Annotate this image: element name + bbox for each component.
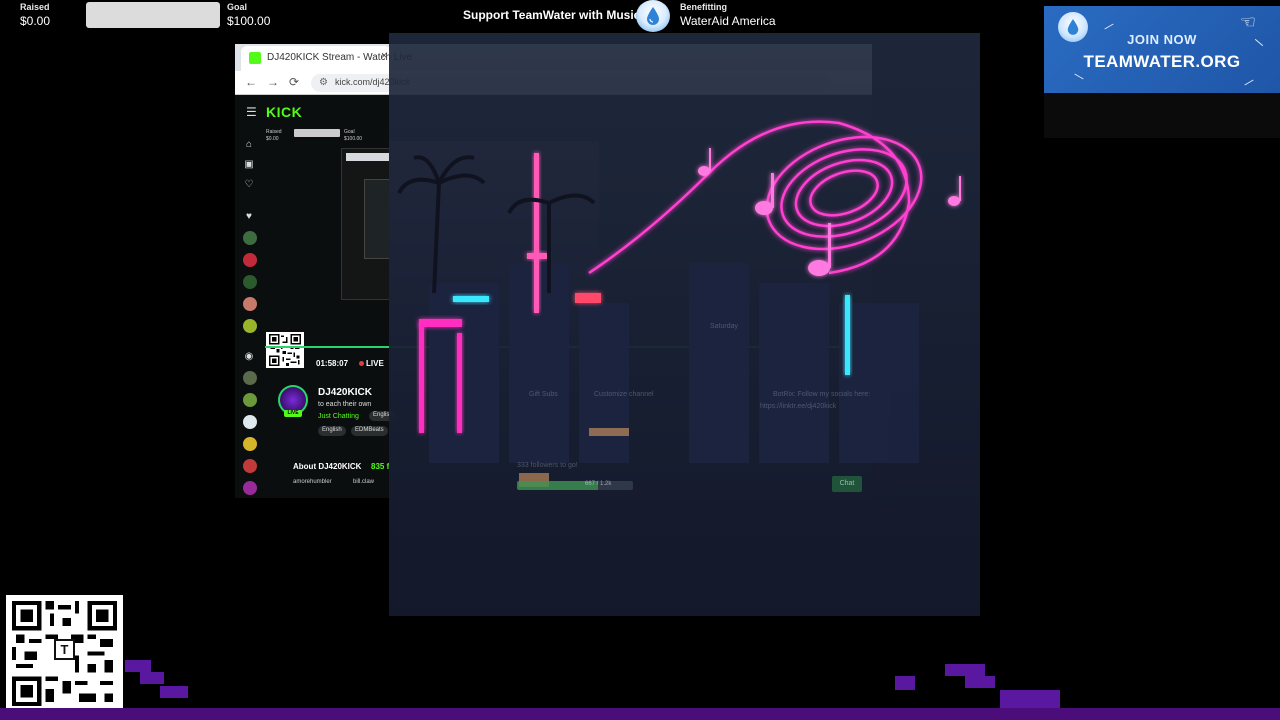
sidebar-avatar[interactable]	[243, 393, 257, 407]
kick-favicon-icon	[249, 52, 261, 64]
sidebar-avatar[interactable]	[243, 253, 257, 267]
neon-skyline-art	[397, 120, 961, 487]
mini-raised-value: $0.00	[266, 136, 279, 142]
channel-category[interactable]: Just Chatting	[318, 413, 359, 420]
qr-pattern	[269, 334, 301, 366]
pointing-hand-icon: ☜	[1239, 12, 1256, 32]
reload-icon[interactable]: ⟳	[289, 75, 299, 89]
kick-logo[interactable]: KICK	[266, 104, 302, 120]
live-badge: LIVE	[284, 410, 302, 417]
sidebar-avatar[interactable]	[243, 415, 257, 429]
about-heading: About DJ420KICK	[293, 462, 362, 471]
home-icon[interactable]: ⌂	[243, 139, 255, 151]
benefitting-value: WaterAid America	[680, 14, 776, 28]
following-icon[interactable]: ♡	[243, 179, 255, 191]
stream-timer: 01:58:07	[316, 359, 349, 368]
sidebar-avatar[interactable]	[243, 231, 257, 245]
followers-goal-text: 333 followers to go!	[517, 462, 578, 469]
live-dot-icon	[359, 361, 364, 366]
benefitting-label: Benefitting	[680, 2, 727, 12]
sidebar-avatar[interactable]	[243, 459, 257, 473]
join-now-text: JOIN NOW	[1127, 32, 1197, 47]
tag-chip[interactable]: English	[318, 426, 346, 436]
qr-code: T	[6, 595, 123, 712]
join-teamwater-banner[interactable]: ☜ JOIN NOW TEAMWATER.ORG	[1044, 6, 1280, 93]
fundraiser-bar: Raised $0.00 Goal $100.00 Support TeamWa…	[0, 0, 1040, 32]
mini-fundraiser-bar: Raised $0.00 Goal $100.00	[266, 129, 386, 145]
channel-name[interactable]: DJ420KICK	[318, 387, 372, 398]
sidebar-avatar[interactable]	[243, 371, 257, 385]
goal-label: Goal	[227, 2, 248, 12]
social-link-facebook[interactable]: bill.claw	[353, 479, 374, 485]
chat-saturday-text: Saturday	[710, 323, 739, 330]
goal-value: $100.00	[227, 14, 271, 28]
raised-value: $0.00	[20, 14, 51, 28]
heart-icon: ♥	[246, 211, 252, 222]
botrix-chat-line: BotRix: Follow my socials here:	[773, 391, 871, 398]
sidebar-avatar[interactable]	[243, 437, 257, 451]
forward-icon[interactable]: →	[267, 75, 279, 89]
back-icon[interactable]: ←	[245, 75, 257, 89]
sidebar-avatar[interactable]	[243, 319, 257, 333]
customize-channel-label: Customize channel	[594, 391, 654, 398]
chat-send-button: Chat	[832, 476, 862, 492]
banner-underpanel	[1044, 93, 1280, 138]
t-logo-icon: T	[54, 639, 75, 660]
chat-link: https://linktr.ee/dj420kick	[760, 403, 837, 410]
fundraiser-progress-bar	[86, 2, 220, 28]
followers-goal-progress	[517, 481, 633, 490]
gift-subs-label: Gift Subs	[529, 391, 558, 398]
close-icon[interactable]: ×	[381, 50, 387, 62]
channel-subtitle: to each their own	[318, 401, 372, 408]
mini-raised-label: Raised	[266, 129, 282, 135]
tag-chip[interactable]: EDMBeats	[351, 426, 388, 436]
qr-code-small	[266, 332, 304, 368]
support-text: Support TeamWater with Music	[463, 8, 641, 22]
menu-icon[interactable]: ☰	[246, 105, 257, 119]
followers-goal-count: 667 / 1.2k	[585, 481, 612, 487]
sidebar-avatar[interactable]	[243, 297, 257, 311]
sidebar-avatar[interactable]	[243, 481, 257, 495]
neon-city-overlay: Gift Subs Customize channel Saturday Bot…	[389, 33, 980, 616]
site-settings-icon[interactable]: ⚙	[319, 77, 328, 88]
follower-count: 835 f	[371, 462, 390, 471]
live-radio-icon: ◉	[244, 351, 254, 362]
audio-visualizer-bar	[0, 708, 1280, 720]
mini-progress-bar	[294, 129, 340, 137]
water-drop-icon	[636, 0, 670, 32]
raised-label: Raised	[20, 2, 50, 12]
browser-tab[interactable]: DJ420KICK Stream - Watch Live ×	[241, 46, 412, 71]
mini-goal-label: Goal	[344, 129, 355, 135]
sidebar-avatar[interactable]	[243, 275, 257, 289]
live-indicator: LIVE	[366, 359, 384, 368]
mini-goal-value: $100.00	[344, 136, 363, 142]
browse-icon[interactable]: ▣	[243, 159, 255, 171]
teamwater-url: TEAMWATER.ORG	[1083, 52, 1241, 71]
social-link-x[interactable]: amorehumbler	[293, 479, 332, 485]
